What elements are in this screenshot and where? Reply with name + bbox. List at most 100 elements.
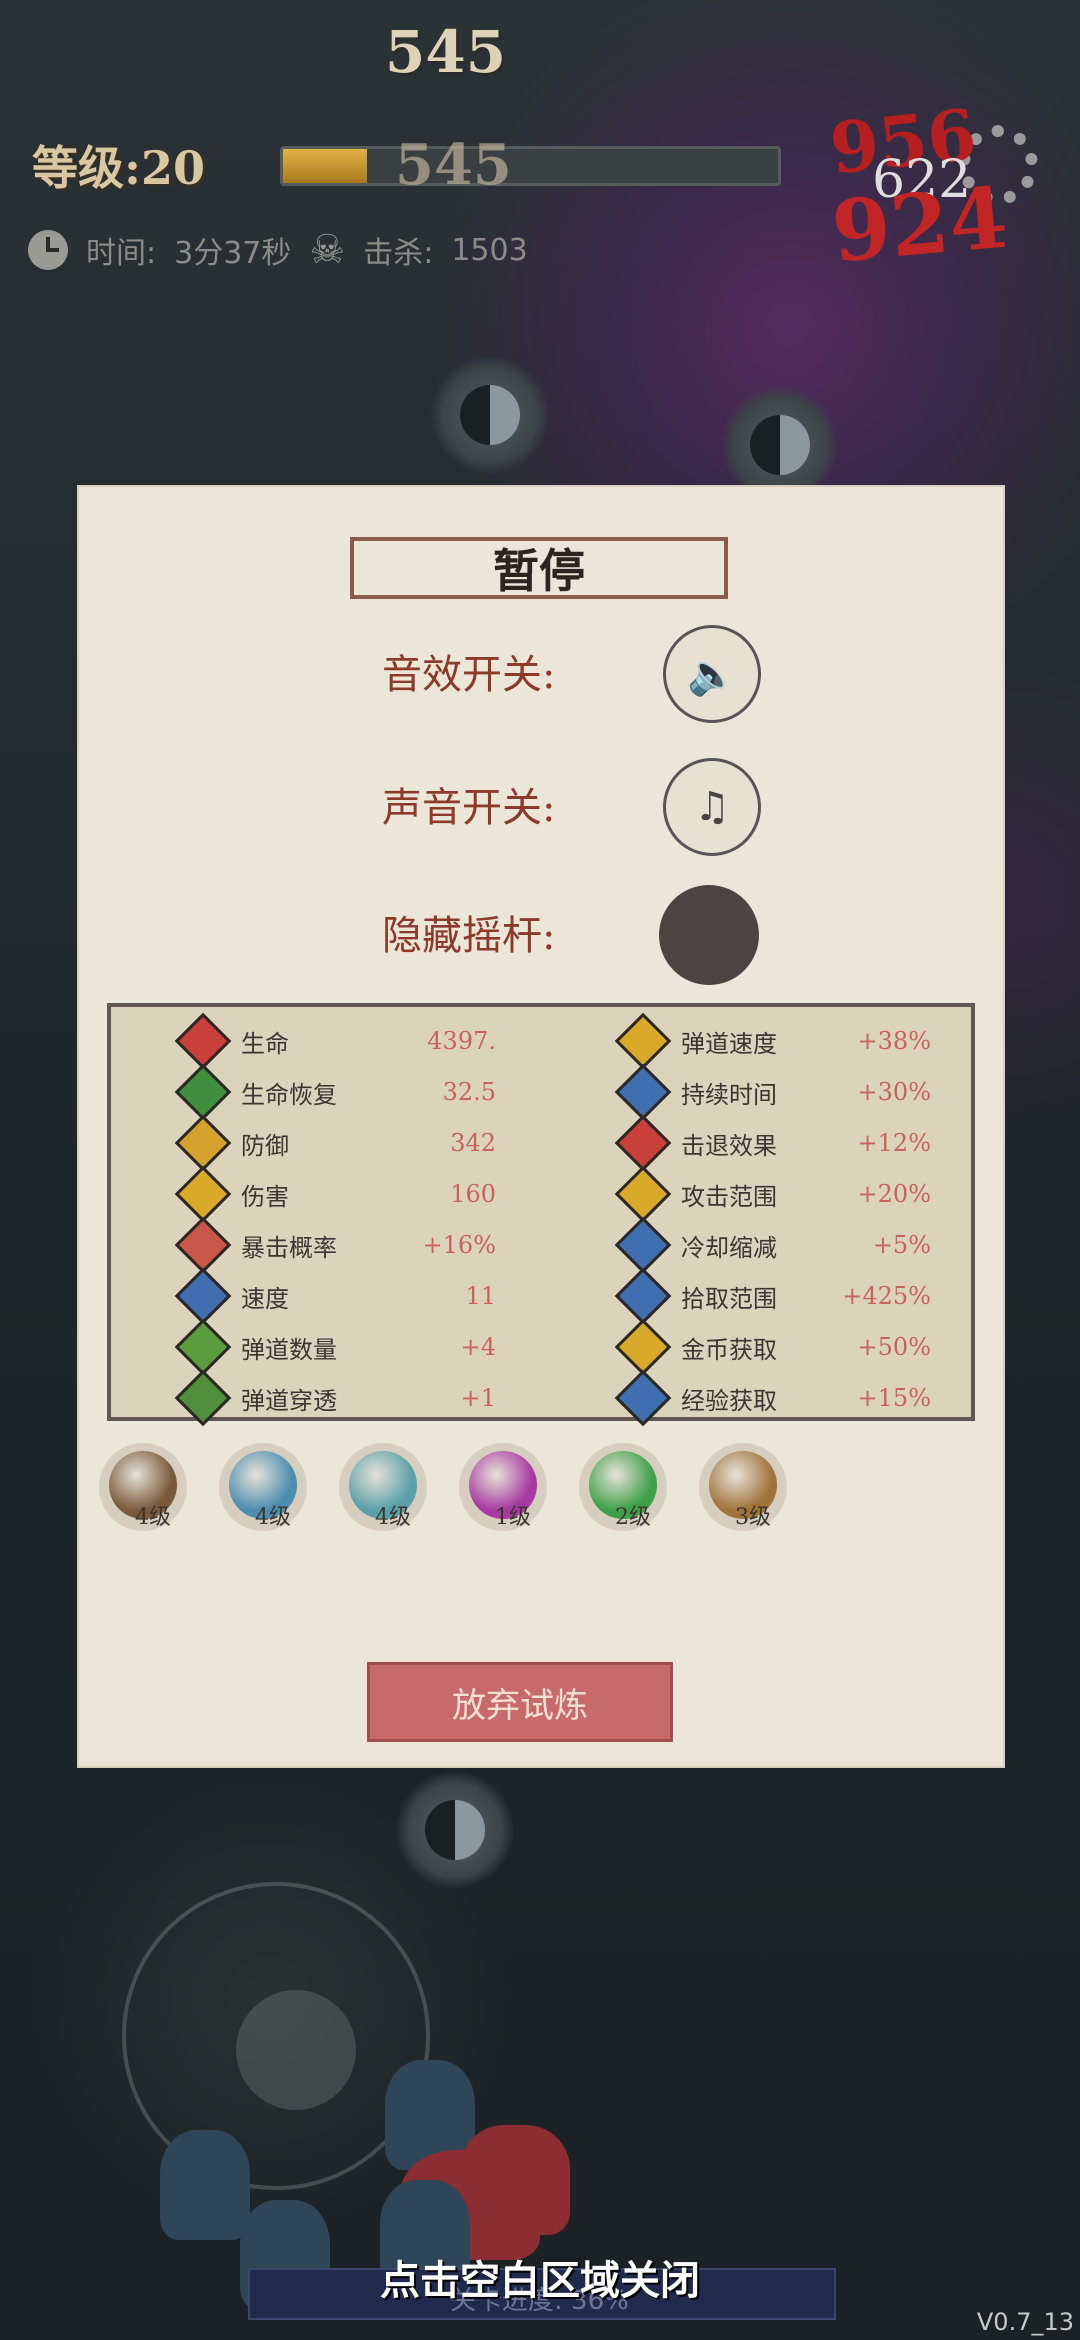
- clock-icon: [28, 230, 68, 270]
- stat-value: 342: [450, 1129, 496, 1157]
- stat-name: 攻击范围: [681, 1182, 777, 1211]
- stat-row: 攻击范围: [614, 1165, 777, 1223]
- stat-name: 金币获取: [681, 1335, 777, 1364]
- stat-value: +50%: [857, 1333, 931, 1361]
- yinyang-orb: [430, 355, 550, 475]
- item-level: 3级: [735, 1505, 771, 1530]
- stat-row: 速度: [174, 1267, 289, 1325]
- monster: [460, 2125, 570, 2235]
- version-label: V0.7_13: [976, 2308, 1074, 2336]
- stat-name: 弹道速度: [681, 1029, 777, 1058]
- stat-name: 暴击概率: [241, 1233, 337, 1262]
- stat-icon: [614, 1063, 672, 1121]
- stat-icon: [614, 1318, 672, 1376]
- item-slot[interactable]: 3级: [699, 1443, 787, 1531]
- kill-label: 击杀:: [363, 236, 434, 271]
- xp-bar: [280, 146, 781, 186]
- music-label: 声音开关:: [382, 785, 556, 831]
- stat-row: 生命恢复: [174, 1063, 337, 1121]
- item-level: 4级: [375, 1505, 411, 1530]
- stat-row: 拾取范围: [614, 1267, 777, 1325]
- sound-effect-label: 音效开关:: [382, 652, 556, 698]
- stat-icon: [614, 1369, 672, 1427]
- stat-name: 击退效果: [681, 1131, 777, 1160]
- stat-value: +425%: [842, 1282, 931, 1310]
- sound-effect-toggle[interactable]: 🔈: [663, 625, 761, 723]
- stat-name: 生命恢复: [241, 1080, 337, 1109]
- speaker-mute-icon: 🔈: [687, 651, 737, 698]
- stat-icon: [614, 1267, 672, 1325]
- stat-name: 拾取范围: [681, 1284, 777, 1313]
- hide-joystick-toggle[interactable]: [659, 885, 759, 985]
- stat-value: +30%: [857, 1078, 931, 1106]
- stat-icon: [614, 1216, 672, 1274]
- item-level: 2级: [615, 1505, 651, 1530]
- stat-row: 防御: [174, 1114, 289, 1172]
- item-level: 4级: [255, 1505, 291, 1530]
- item-slot[interactable]: 1级: [459, 1443, 547, 1531]
- stat-value: +4: [460, 1333, 496, 1361]
- skull-icon: ☠: [309, 227, 346, 273]
- stat-name: 速度: [241, 1284, 289, 1313]
- stats-panel: 生命 4397. 生命恢复 32.5 防御 342 伤害 160 暴击概率 +16% 速度 11 弹道数…: [107, 1003, 975, 1427]
- item-level: 4级: [135, 1505, 171, 1530]
- stat-name: 伤害: [241, 1182, 289, 1211]
- music-toggle[interactable]: ♫: [663, 758, 761, 856]
- stat-value: +16%: [422, 1231, 496, 1259]
- close-hint[interactable]: 点击空白区域关闭: [0, 2248, 1080, 2306]
- pause-title: 暂停: [350, 537, 728, 599]
- quit-trial-button[interactable]: 放弃试炼: [367, 1662, 673, 1742]
- item-slot[interactable]: 4级: [339, 1443, 427, 1531]
- stat-name: 弹道穿透: [241, 1386, 337, 1415]
- item-level: 1级: [495, 1505, 531, 1530]
- music-note-icon: ♫: [694, 784, 730, 830]
- hide-joystick-label: 隐藏摇杆:: [382, 913, 556, 959]
- stat-value: +38%: [857, 1027, 931, 1055]
- time-label: 时间:: [86, 236, 157, 271]
- stat-icon: [174, 1318, 232, 1376]
- stat-name: 防御: [241, 1131, 289, 1160]
- stat-row: 金币获取: [614, 1318, 777, 1376]
- stat-row: 持续时间: [614, 1063, 777, 1121]
- stat-value: +15%: [857, 1384, 931, 1412]
- stat-icon: [174, 1267, 232, 1325]
- top-counter: 545: [385, 18, 507, 86]
- stat-value: +20%: [857, 1180, 931, 1208]
- damage-number: 924: [828, 167, 1012, 282]
- stat-row: 弹道速度: [614, 1012, 777, 1070]
- stat-name: 生命: [241, 1029, 289, 1058]
- stat-value: 11: [465, 1282, 496, 1310]
- time-kill-row: 时间: 3分37秒 ☠ 击杀: 1503: [28, 226, 528, 274]
- joystick-knob[interactable]: [236, 1990, 356, 2110]
- stat-icon: [614, 1012, 672, 1070]
- stat-value: +5%: [872, 1231, 931, 1259]
- xp-value: 545: [395, 132, 512, 198]
- stat-name: 冷却缩减: [681, 1233, 777, 1262]
- stat-row: 经验获取: [614, 1369, 777, 1427]
- stat-value: +12%: [857, 1129, 931, 1157]
- stat-row: 弹道数量: [174, 1318, 337, 1376]
- kill-value: 1503: [451, 232, 528, 268]
- stat-icon: [174, 1012, 232, 1070]
- stat-row: 弹道穿透: [174, 1369, 337, 1427]
- stat-value: +1: [460, 1384, 496, 1412]
- stat-icon: [174, 1063, 232, 1121]
- item-slot[interactable]: 4级: [219, 1443, 307, 1531]
- stat-row: 击退效果: [614, 1114, 777, 1172]
- item-slot[interactable]: 4级: [99, 1443, 187, 1531]
- stat-name: 经验获取: [681, 1386, 777, 1415]
- stat-icon: [174, 1216, 232, 1274]
- stat-row: 生命: [174, 1012, 289, 1070]
- stat-icon: [614, 1114, 672, 1172]
- stat-icon: [174, 1114, 232, 1172]
- level-text: 等级:20: [32, 141, 205, 195]
- stat-icon: [174, 1369, 232, 1427]
- stat-value: 4397.: [427, 1027, 496, 1055]
- stat-name: 弹道数量: [241, 1335, 337, 1364]
- item-slot[interactable]: 2级: [579, 1443, 667, 1531]
- stat-name: 持续时间: [681, 1080, 777, 1109]
- items-row: 4级 4级 4级 1级 2级 3级: [99, 1443, 787, 1531]
- stat-value: 160: [450, 1180, 496, 1208]
- stat-icon: [614, 1165, 672, 1223]
- time-value: 3分37秒: [174, 236, 292, 271]
